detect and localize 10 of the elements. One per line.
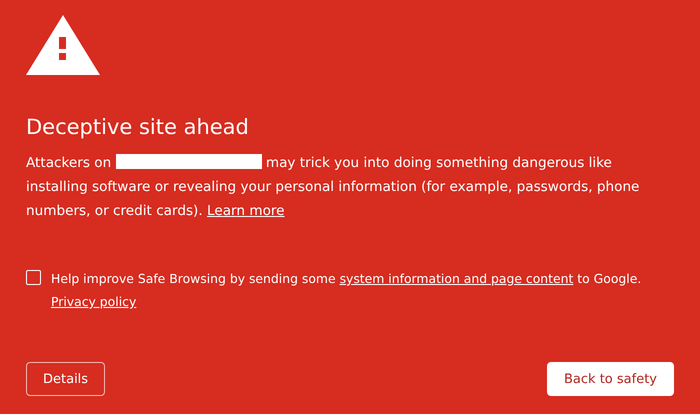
page-title: Deceptive site ahead bbox=[26, 115, 250, 139]
warning-icon bbox=[26, 15, 100, 75]
system-information-link[interactable]: system information and page content bbox=[340, 271, 574, 286]
consent-text: Help improve Safe Browsing by sending some system information and page content to Google. bbox=[51, 270, 642, 288]
back-to-safety-button[interactable]: Back to safety bbox=[547, 362, 674, 396]
details-button[interactable]: Details bbox=[26, 362, 106, 396]
privacy-policy-link[interactable]: Privacy policy bbox=[51, 294, 136, 309]
checkbox[interactable] bbox=[26, 270, 41, 285]
learn-more-link[interactable]: Learn more bbox=[207, 203, 285, 219]
warning-message: Attackers on may trick you into doing something dangerous like installing software or revealing your personal information (for example, passwords, phone numbers, or credit cards). Learn more bbox=[26, 153, 640, 221]
